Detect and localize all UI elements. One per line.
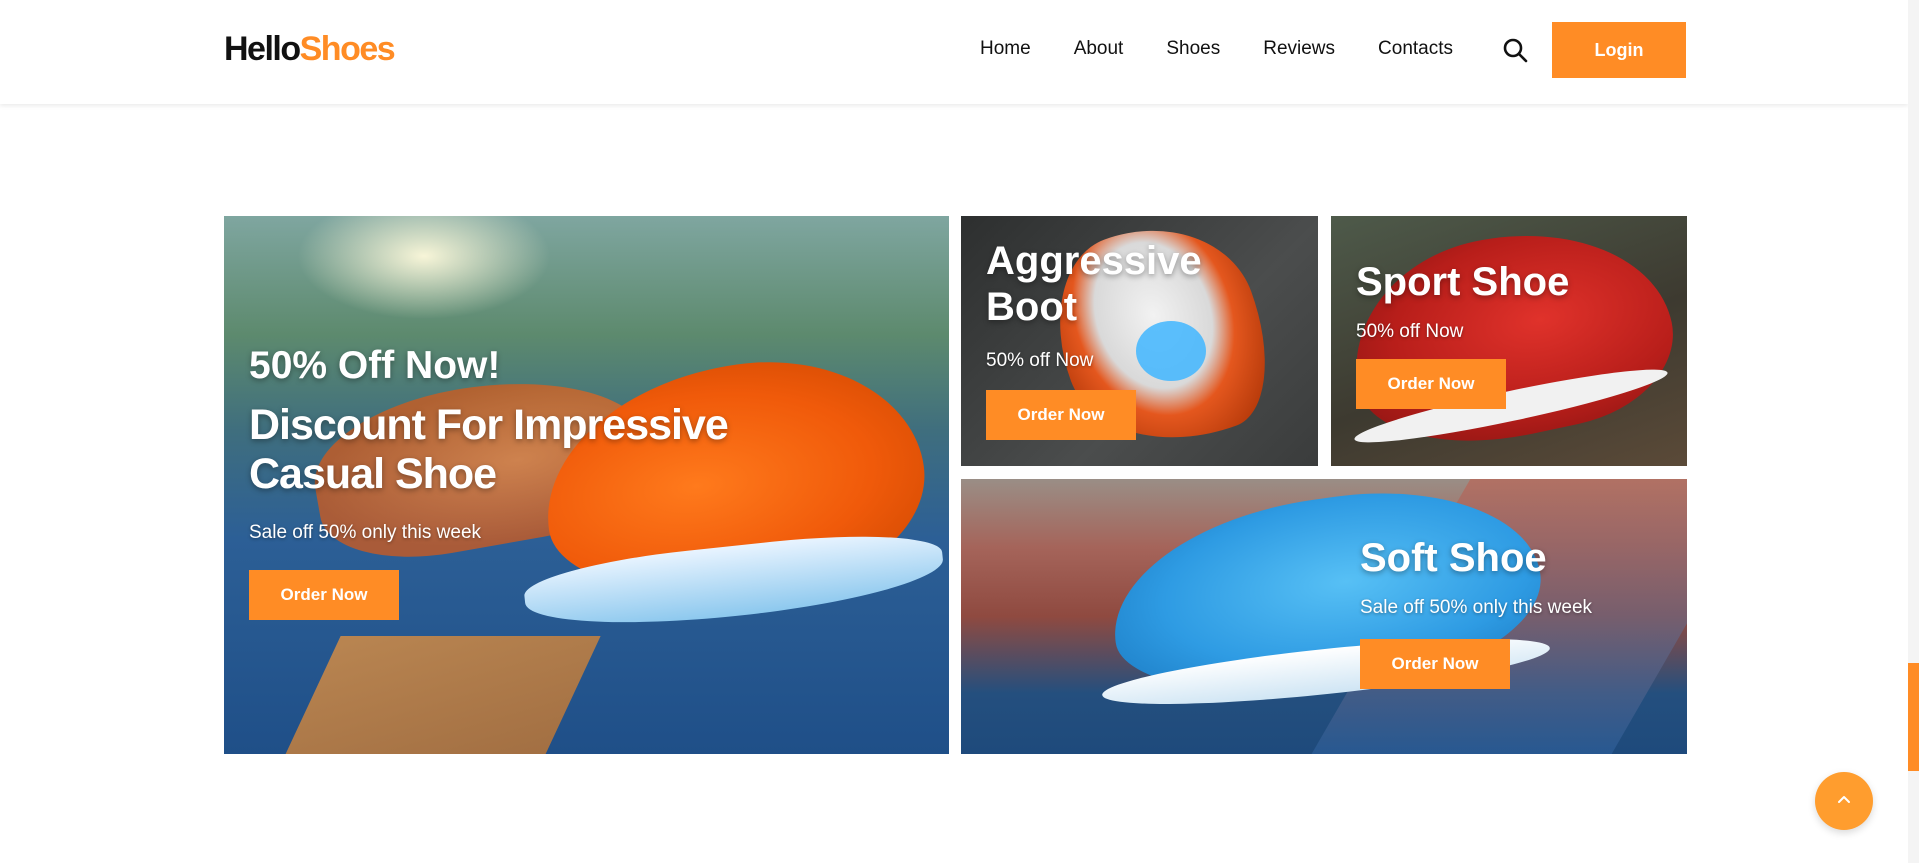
order-now-button[interactable]: Order Now (1360, 639, 1510, 689)
order-now-button[interactable]: Order Now (249, 569, 399, 620)
nav-shoes[interactable]: Shoes (1166, 38, 1220, 60)
back-to-top-button[interactable] (1815, 772, 1873, 830)
promo-card-boot: Aggressive Boot 50% off Now Order Now (961, 216, 1318, 466)
search-icon[interactable] (1502, 37, 1528, 63)
promo-title: Soft Shoe (1360, 536, 1547, 580)
promo-card-sport: Sport Shoe 50% off Now Order Now (1331, 216, 1687, 466)
site-header: HelloShoes Home About Shoes Reviews Cont… (0, 0, 1908, 104)
nav-reviews[interactable]: Reviews (1263, 38, 1335, 60)
nav-home[interactable]: Home (980, 38, 1031, 60)
main-nav: Home About Shoes Reviews Contacts (980, 38, 1496, 60)
promo-content: 50% Off Now! Discount For Impressive Cas… (249, 344, 809, 620)
promo-content: Aggressive Boot 50% off Now Order Now (986, 238, 1286, 440)
order-now-button[interactable]: Order Now (986, 390, 1136, 440)
nav-about[interactable]: About (1074, 38, 1124, 60)
promo-kicker: 50% Off Now! (249, 344, 501, 387)
promo-subtitle: 50% off Now (1356, 321, 1464, 342)
scrollbar-thumb[interactable] (1908, 663, 1919, 771)
login-button[interactable]: Login (1552, 22, 1686, 78)
chevron-up-icon (1834, 789, 1854, 814)
promo-title: Aggressive Boot (986, 239, 1202, 329)
promo-subtitle: 50% off Now (986, 350, 1094, 371)
scrollbar[interactable] (1908, 0, 1919, 863)
logo-accent: Shoes (299, 30, 396, 68)
track-image (247, 636, 601, 754)
promo-content: Sport Shoe 50% off Now Order Now (1356, 259, 1656, 409)
nav-contacts[interactable]: Contacts (1378, 38, 1453, 60)
logo-primary: Hello (224, 30, 301, 68)
order-now-button[interactable]: Order Now (1356, 359, 1506, 409)
promo-content: Soft Shoe Sale off 50% only this week Or… (1360, 535, 1680, 689)
promo-card-casual: 50% Off Now! Discount For Impressive Cas… (224, 216, 949, 754)
promo-card-soft: Soft Shoe Sale off 50% only this week Or… (961, 479, 1687, 754)
promo-subtitle: Sale off 50% only this week (249, 521, 482, 543)
logo[interactable]: HelloShoes (224, 30, 396, 69)
promo-subtitle: Sale off 50% only this week (1360, 597, 1593, 618)
promo-title: Discount For Impressive Casual Shoe (249, 400, 729, 499)
promo-title: Sport Shoe (1356, 260, 1570, 304)
